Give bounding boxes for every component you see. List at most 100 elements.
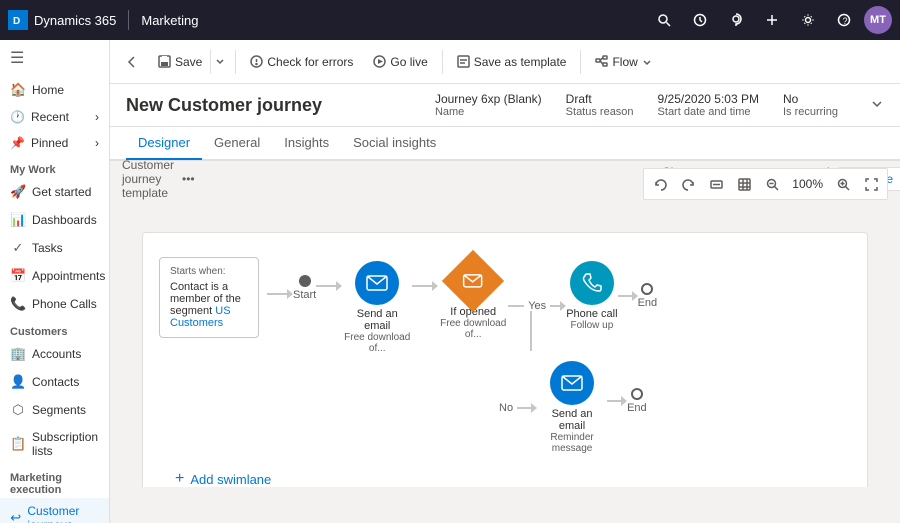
search-icon[interactable] [648,4,680,36]
swimlane: Starts when: Contact is a member of the … [142,232,868,487]
trigger-label: Starts when: [170,266,248,277]
redo-tool[interactable] [676,172,700,196]
help-icon[interactable]: ? [828,4,860,36]
canvas-toolbar: 100% [643,168,888,200]
recent-items-icon[interactable] [684,4,716,36]
fit-width-tool[interactable] [704,172,728,196]
sidebar-item-recent[interactable]: 🕐 Recent › [0,104,109,130]
chevron-down-icon-2: › [95,136,99,150]
sidebar-item-pinned[interactable]: 📌 Pinned › [0,130,109,156]
sidebar-item-get-started[interactable]: 🚀 Get started [0,178,109,206]
sidebar-item-subscription-lists[interactable]: 📋 Subscription lists [0,424,109,464]
app-logo[interactable]: D Dynamics 365 [8,10,116,30]
sidebar-item-home[interactable]: 🏠 Home [0,76,109,104]
flow-icon [595,55,608,68]
phone-call-node[interactable]: Phone call Follow up [566,261,617,331]
bottom-bar-left: Customer journey template ••• Change tem… [122,160,714,200]
get-started-icon: 🚀 [10,184,26,200]
template-label: Customer journey template [122,160,174,200]
tab-designer[interactable]: Designer [126,127,202,160]
go-live-icon [373,55,386,68]
save-icon [158,55,171,68]
back-button[interactable] [118,48,146,76]
zoom-out-tool[interactable] [760,172,784,196]
content-area: Save Check for errors Go l [110,40,900,523]
send-email-node[interactable]: Send an email Free download of... [342,261,412,354]
condition-sublabel: Free download of... [438,318,508,340]
tab-insights[interactable]: Insights [272,127,341,160]
zoom-level: 100% [788,177,827,191]
toolbar-divider-1 [235,50,236,74]
meta-expand-chevron[interactable] [870,97,884,114]
accounts-icon: 🏢 [10,346,26,362]
grid-tool[interactable] [732,172,756,196]
check-errors-button[interactable]: Check for errors [242,50,361,74]
pin-icon: 📌 [10,136,25,150]
condition-node[interactable]: If opened Free download of... [438,259,508,340]
sidebar-item-contacts[interactable]: 👤 Contacts [0,368,109,396]
trigger-text: Contact is a member of the segment US Cu… [170,281,248,329]
undo-tool[interactable] [648,172,672,196]
app-name: Dynamics 365 [34,13,116,28]
nav-icons: ? MT [648,4,892,36]
email1-sublabel: Free download of... [342,332,412,354]
journey-name-label: Name [435,106,542,118]
date-label: Start date and time [658,106,759,118]
settings-icon[interactable] [792,4,824,36]
save-chevron[interactable] [210,49,229,74]
fullscreen-tool[interactable] [859,172,883,196]
sidebar-item-accounts[interactable]: 🏢 Accounts [0,340,109,368]
page-title: New Customer journey [126,95,322,116]
module-name: Marketing [141,13,198,28]
no-label: No [499,402,513,414]
recurring-meta: No Is recurring [783,92,838,118]
add-swimlane-icon: + [175,470,184,487]
email2-icon [550,361,594,405]
condition-icon [442,250,504,312]
date-value: 9/25/2020 5:03 PM [658,92,759,106]
sidebar-item-home-label: Home [32,83,64,97]
journey-name-value: Journey 6xp (Blank) [435,92,542,106]
phone-call-label: Phone call [566,308,617,320]
flow-chevron-icon [642,57,652,67]
zoom-in-tool[interactable] [831,172,855,196]
save-button[interactable]: Save [150,50,210,74]
tabs: Designer General Insights Social insight… [110,127,900,160]
journey-name-meta: Journey 6xp (Blank) Name [435,92,542,118]
page-header: New Customer journey Journey 6xp (Blank)… [110,84,900,127]
sidebar-item-appointments[interactable]: 📅 Appointments [0,262,109,290]
check-errors-icon [250,55,263,68]
sidebar-item-dashboards[interactable]: 📊 Dashboards [0,206,109,234]
add-swimlane-button[interactable]: + Add swimlane [159,462,851,487]
sidebar-item-tasks[interactable]: ✓ Tasks [0,234,109,262]
nav-divider [128,10,129,30]
email2-sublabel: Reminder message [537,432,607,454]
more-options-icon[interactable]: ••• [182,172,195,186]
save-split-button[interactable]: Save [150,49,229,74]
go-live-button[interactable]: Go live [365,50,435,74]
page-meta: Journey 6xp (Blank) Name Draft Status re… [435,92,884,118]
save-template-icon [457,55,470,68]
location-icon[interactable] [720,4,752,36]
tab-general[interactable]: General [202,127,272,160]
start-label: Start [293,289,316,301]
customer-journeys-icon: ↩ [10,510,21,523]
segments-icon: ⬡ [10,402,26,418]
add-icon[interactable] [756,4,788,36]
tab-social-insights[interactable]: Social insights [341,127,448,160]
sidebar-item-customer-journeys[interactable]: ↩ Customer journeys [0,498,109,523]
save-as-template-button[interactable]: Save as template [449,50,575,74]
flow-button[interactable]: Flow [587,50,659,74]
customers-header: Customers [0,318,109,340]
recurring-value: No [783,92,838,106]
toolbar: Save Check for errors Go l [110,40,900,84]
user-avatar[interactable]: MT [864,6,892,34]
reminder-email-node[interactable]: Send an email Reminder message [537,361,607,454]
sidebar-item-phone-calls[interactable]: 📞 Phone Calls [0,290,109,318]
hamburger-icon[interactable]: ☰ [0,40,109,76]
canvas-area: 100% [110,160,900,523]
email2-label: Send an email [537,408,607,432]
sidebar-item-segments[interactable]: ⬡ Segments [0,396,109,424]
start-node: Start [293,275,316,301]
email1-label: Send an email [342,308,412,332]
